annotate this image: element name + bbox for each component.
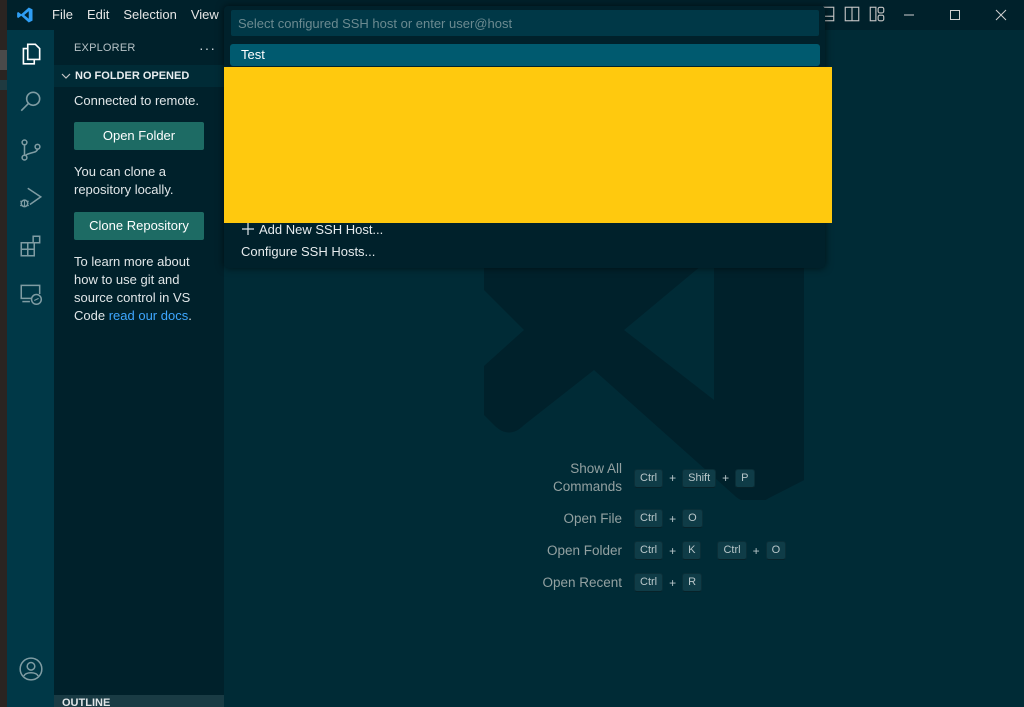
read-docs-link[interactable]: read our docs — [109, 308, 189, 323]
maximize-button[interactable] — [932, 0, 978, 30]
source-control-icon — [20, 139, 41, 161]
section-no-folder[interactable]: NO FOLDER OPENED — [54, 65, 224, 87]
sidebar-header: EXPLORER ··· — [54, 30, 224, 65]
learn-text: To learn more about how to use git and s… — [74, 253, 204, 325]
menu-file[interactable]: File — [45, 0, 80, 30]
shortcut-keys: Ctrl + Shift + P — [634, 468, 755, 488]
search-icon — [20, 91, 40, 112]
minimize-icon — [904, 14, 914, 16]
sidebar-body: Connected to remote. Open Folder You can… — [54, 92, 224, 325]
ssh-host-quick-pick: Test Add New SSH Host... Configure SSH H… — [224, 6, 832, 268]
keycap: O — [682, 509, 703, 528]
activity-explorer[interactable] — [7, 30, 54, 78]
extensions-icon — [19, 235, 40, 257]
shortcut-row: Open Folder Ctrl + K Ctrl + O — [514, 541, 787, 560]
quick-pick-item-test[interactable]: Test — [230, 44, 820, 66]
keycap: O — [765, 541, 787, 560]
menu-bar: File Edit Selection View — [45, 0, 226, 30]
activity-accounts[interactable] — [7, 645, 54, 693]
section-title: NO FOLDER OPENED — [75, 70, 190, 82]
shortcut-label: Open Recent — [542, 574, 622, 590]
connected-text: Connected to remote. — [74, 93, 200, 108]
add-host-label: Add New SSH Host... — [259, 222, 384, 237]
more-actions-button[interactable]: ··· — [199, 40, 216, 56]
keycap: Ctrl — [634, 541, 664, 560]
keycap: Shift — [682, 468, 717, 488]
keycap: Ctrl — [634, 509, 664, 528]
files-icon — [22, 43, 40, 65]
menu-view[interactable]: View — [184, 0, 226, 30]
section-outline[interactable]: OUTLINE — [54, 695, 224, 707]
activity-bar — [7, 30, 54, 707]
clone-text: You can clone a repository locally. — [74, 164, 174, 197]
customize-layout-icon[interactable] — [868, 5, 886, 23]
vscode-window: File Edit Selection View EXPLORER ··· NO… — [7, 0, 1024, 707]
shortcut-keys: Ctrl + O — [634, 509, 703, 528]
menu-selection[interactable]: Selection — [116, 0, 183, 30]
layout-controls — [818, 5, 886, 23]
shortcut-label: Show All Commands — [552, 461, 622, 494]
close-icon — [995, 9, 1007, 21]
shortcut-row: Open Recent Ctrl + R — [514, 573, 786, 592]
activity-search[interactable] — [7, 78, 54, 126]
shortcut-hints: Show All Commands Ctrl + Shift + P Open Fi… — [514, 460, 787, 605]
activity-run-debug[interactable] — [7, 174, 54, 222]
activity-remote-explorer[interactable] — [7, 270, 54, 318]
shortcut-row: Open File Ctrl + O — [514, 509, 786, 528]
background-window-edge — [0, 0, 7, 707]
quick-pick-item-configure[interactable]: Configure SSH Hosts... — [230, 241, 820, 263]
toggle-secondary-sidebar-icon[interactable] — [843, 5, 861, 23]
menu-edit[interactable]: Edit — [80, 0, 116, 30]
open-folder-button[interactable]: Open Folder — [74, 122, 204, 150]
shortcut-label: Open Folder — [546, 542, 622, 558]
window-controls — [886, 0, 1024, 30]
remote-explorer-icon — [19, 284, 42, 306]
add-icon — [242, 223, 254, 235]
quick-pick-item-add-host[interactable]: Add New SSH Host... — [230, 219, 820, 241]
explorer-sidebar: EXPLORER ··· NO FOLDER OPENED Connected … — [54, 30, 224, 707]
keycap: Ctrl — [634, 573, 664, 592]
shortcut-keys: Ctrl + R — [634, 573, 703, 592]
ssh-host-input[interactable] — [231, 10, 819, 36]
account-icon — [18, 657, 43, 681]
activity-source-control[interactable] — [7, 126, 54, 174]
shortcut-label: Open File — [563, 510, 622, 526]
shortcut-row: Show All Commands Ctrl + Shift + P — [514, 460, 786, 496]
minimize-button[interactable] — [886, 0, 932, 30]
keycap: Ctrl — [634, 468, 664, 488]
outline-title: OUTLINE — [62, 697, 111, 707]
keycap: Ctrl — [717, 541, 747, 560]
activity-extensions[interactable] — [7, 222, 54, 270]
keycap: K — [682, 541, 702, 560]
redacted-region — [224, 67, 832, 223]
sidebar-title: EXPLORER — [74, 41, 136, 54]
keycap: P — [735, 468, 755, 488]
learn-text-end: . — [188, 308, 192, 323]
vscode-logo-icon — [17, 7, 33, 23]
chevron-down-icon — [61, 73, 71, 79]
run-debug-icon — [19, 187, 42, 208]
maximize-icon — [950, 10, 960, 20]
clone-repository-button[interactable]: Clone Repository — [74, 212, 204, 240]
keycap: R — [682, 573, 703, 592]
close-button[interactable] — [978, 0, 1024, 30]
shortcut-keys: Ctrl + K Ctrl + O — [634, 541, 787, 560]
